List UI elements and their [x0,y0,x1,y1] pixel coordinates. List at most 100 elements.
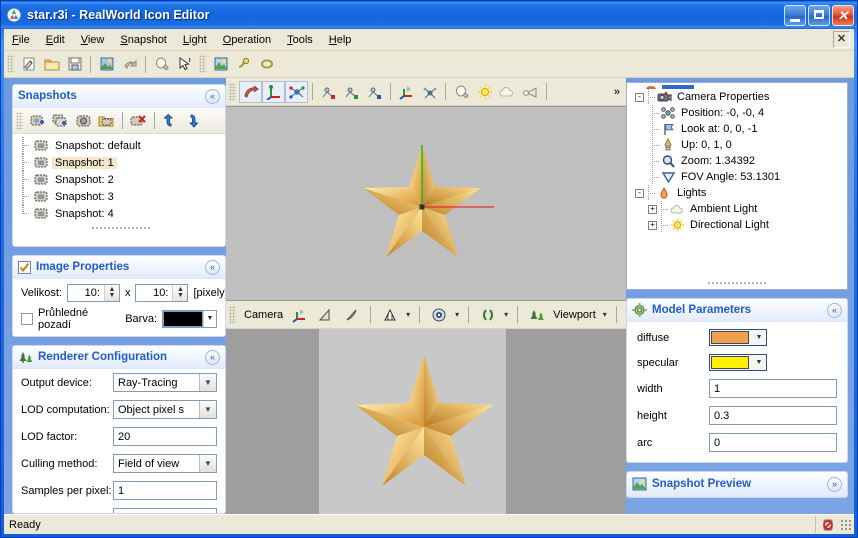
checked-box-icon[interactable] [18,260,31,274]
viewport-toolbar-grip[interactable] [229,82,236,101]
rotate-x-icon[interactable] [317,81,340,103]
open-folder-icon[interactable] [40,53,63,75]
diffuse-color-picker[interactable]: ▼ [709,329,767,346]
tree-row[interactable]: Up: 0, 1, 0 [631,137,847,153]
expander-minus-icon[interactable]: - [635,188,644,198]
chevron-down-icon[interactable]: ▼ [199,455,216,472]
snapshots-list[interactable]: Snapshot: default Snapshot: 1 Snapshot: … [13,134,225,246]
menu-help[interactable]: Help [321,31,360,49]
scatter-icon[interactable] [418,81,441,103]
duplicate-snapshot-icon[interactable] [49,110,72,132]
collapse-chevron-icon[interactable]: « [205,349,220,365]
tree-row[interactable]: FOV Angle: 53.1301 [631,169,847,185]
tree-row[interactable]: - Lights [631,185,847,201]
height-stepper[interactable]: 10: ▲ ▼ [135,284,189,302]
add-snapshot-icon[interactable] [26,110,49,132]
new-document-icon[interactable] [17,53,40,75]
menu-light[interactable]: Light [175,31,215,49]
tree-row[interactable]: Look at: 0, 0, -1 [631,121,847,137]
arc-input[interactable]: 0 [709,433,837,452]
expander-plus-icon[interactable]: + [648,204,657,214]
move-down-icon[interactable] [182,110,205,132]
pointer-select-icon[interactable] [173,53,196,75]
viewport-3d[interactable] [226,106,626,301]
undo-icon[interactable] [118,53,141,75]
resize-grip[interactable] [91,224,151,232]
move-up-icon[interactable] [159,110,182,132]
chevron-down-icon[interactable]: ▼ [199,401,216,418]
open-snapshot-icon[interactable] [95,110,118,132]
collapse-chevron-icon[interactable]: « [827,302,842,318]
chevron-down-icon[interactable]: ▼ [199,374,216,391]
preview-2d[interactable] [226,329,626,514]
samples-per-pixel-input[interactable]: 1 [113,481,217,500]
menu-file[interactable]: File [4,31,38,49]
collapse-chevron-icon[interactable]: « [205,259,220,275]
chevron-down-icon[interactable]: ▾ [404,310,412,319]
edit-snapshot-icon[interactable] [72,110,95,132]
trees-icon[interactable] [525,304,548,326]
rotate-z-icon[interactable] [363,81,386,103]
close-button[interactable]: ✕ [832,4,854,26]
scale-object-icon[interactable] [285,80,308,103]
model-parameters-header[interactable]: Model Parameters « [627,299,847,322]
toolbar-grip-2[interactable] [199,55,206,73]
width-stepper[interactable]: 10: ▲ ▼ [66,284,120,302]
chevron-down-icon[interactable]: ▼ [753,356,765,369]
list-item[interactable]: Snapshot: 4 [17,205,225,222]
tree-row[interactable]: + Directional Light [631,217,847,233]
width-input[interactable]: 1 [709,379,837,398]
snapshot-preview-header[interactable]: Snapshot Preview » [627,472,847,497]
scene-tree[interactable]: - Camera Properties Position: -0, -0, 4 … [626,82,848,290]
width-spin-arrows[interactable]: ▲ ▼ [103,285,119,301]
render-mode-icon[interactable] [378,304,401,326]
toolbar-overflow-button[interactable]: » [614,86,620,98]
background-color-picker[interactable]: ▼ [162,310,217,328]
lod-factor-input[interactable]: 20 [113,427,217,446]
snapshots-panel-header[interactable]: Snapshots « [13,85,225,108]
snapshots-toolbar-grip[interactable] [16,111,23,130]
tree-row[interactable]: Zoom: 1.34392 [631,153,847,169]
rotate-y-icon[interactable] [340,81,363,103]
chevron-down-icon[interactable]: ▼ [203,311,216,327]
expander-minus-icon[interactable]: - [635,92,644,102]
spot-light-icon[interactable] [519,81,542,103]
height-input[interactable]: 0.3 [709,406,837,425]
menu-tools[interactable]: Tools [279,31,321,49]
height-value[interactable]: 10: [136,287,172,299]
camera-angle-icon[interactable] [314,304,337,326]
sun-light-icon[interactable] [473,81,496,103]
menu-edit[interactable]: Edit [38,31,73,49]
chevron-down-icon[interactable]: ▾ [502,310,510,319]
close-document-button[interactable]: ✕ [833,31,850,48]
lod-computation-select[interactable]: Object pixel s ▼ [113,400,217,419]
viewport-bottom-grip[interactable] [229,305,236,324]
resize-grip[interactable] [840,518,852,531]
tool-wand-icon[interactable] [232,53,255,75]
width-value[interactable]: 10: [68,287,104,299]
stereo-icon[interactable] [476,304,499,326]
chevron-down-icon[interactable]: ▾ [601,310,609,319]
loop-icon[interactable] [255,53,278,75]
specular-color-picker[interactable]: ▼ [709,354,767,371]
export-image-icon[interactable] [95,53,118,75]
rotate-object-icon[interactable] [239,80,262,103]
expand-chevron-icon[interactable]: » [827,476,842,492]
output-device-select[interactable]: Ray-Tracing ▼ [113,373,217,392]
move-axes-icon[interactable] [262,80,285,103]
tree-row[interactable]: - Camera Properties [631,89,847,105]
tree-row[interactable]: + Ambient Light [631,201,847,217]
toolbar-grip[interactable] [7,55,14,73]
lightbulb-icon[interactable] [450,81,473,103]
list-item[interactable]: Snapshot: 2 [17,171,225,188]
culling-method-select[interactable]: Field of view ▼ [113,454,217,473]
chevron-down-icon[interactable]: ▾ [453,310,461,319]
expander-plus-icon[interactable]: + [648,220,657,230]
ambient-cloud-icon[interactable] [496,81,519,103]
tree-row[interactable]: Position: -0, -0, 4 [631,105,847,121]
menu-view[interactable]: View [73,31,113,49]
axes-gizmo-icon[interactable] [288,304,311,326]
collapse-chevron-icon[interactable]: « [205,88,220,104]
maximize-button[interactable] [808,4,830,26]
lightbulb-icon[interactable] [150,53,173,75]
